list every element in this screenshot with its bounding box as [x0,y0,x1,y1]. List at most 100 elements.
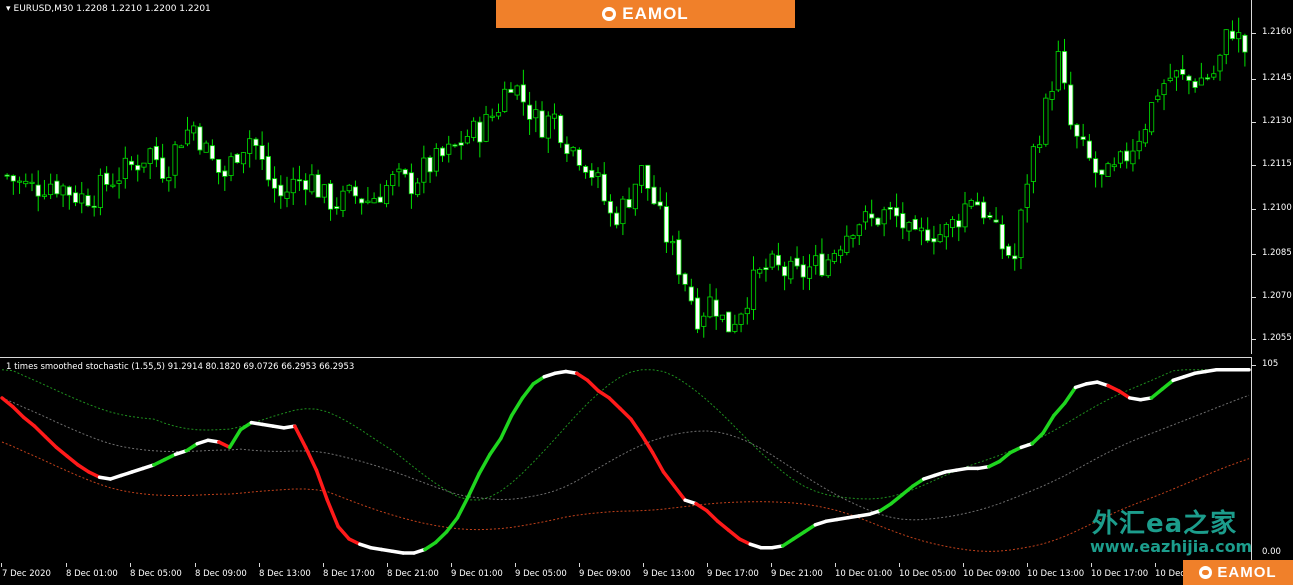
candle-body [259,145,265,160]
indicator-panel[interactable] [0,357,1252,563]
indicator-axis[interactable]: 105 0.00 [1252,357,1293,562]
candle-body [813,255,819,266]
candle-body [576,149,582,166]
stochastic-main-segment [455,494,471,520]
candle-body [806,266,813,279]
indicator-axis-top: 105 [1262,359,1279,369]
candle-body [191,125,197,134]
candle-body [247,138,253,154]
time-tick [1027,563,1028,567]
candle-body [72,192,79,203]
candle-body [1055,51,1061,91]
time-tick [707,563,708,567]
candle-body [1018,209,1024,258]
time-tick [643,563,644,567]
candle-body [209,145,215,160]
price-tick [1252,297,1256,298]
candle-body [589,169,595,178]
candle-body [887,207,893,210]
candle-body [931,238,937,243]
candle-body [110,184,116,187]
candle-body [551,113,558,119]
time-label: 10 Dec 01:00 [835,569,893,579]
candle-body [570,147,576,152]
candle-body [421,157,427,183]
candle-body [147,148,153,164]
candle-body [60,185,66,196]
time-axis[interactable]: 7 Dec 2020 8 Dec 01:00 8 Dec 05:00 8 Dec… [0,563,1293,585]
time-label: 8 Dec 01:00 [66,569,118,579]
candle-body [626,199,632,208]
candle-body [153,145,159,161]
stochastic-main-segment [997,450,1013,464]
stochastic-main-segment [878,501,893,513]
candle-body [41,194,48,197]
indicator-axis-bottom: 0.00 [1262,547,1281,557]
candle-body [862,211,869,223]
candle-body [128,160,135,166]
candle-body [533,109,539,119]
candle-body [271,178,278,189]
candle-body [564,143,570,155]
candle-body [327,183,334,210]
price-tick [1252,33,1256,34]
candle-body [949,219,956,228]
candle-body [800,264,806,278]
candle-body [135,164,141,171]
candle-body [912,218,918,230]
candle-body [1037,144,1043,149]
collapse-triangle-icon[interactable]: ▾ [6,4,11,14]
candle-body [657,201,663,207]
candle-body [54,180,60,195]
stochastic-main-segment [11,405,26,420]
candle-body [240,152,247,165]
candle-body [508,88,514,93]
candle-body [340,190,346,211]
stochastic-main-segment [217,440,232,450]
candle-body [178,145,184,149]
stochastic-main-segment [509,396,525,418]
candle-body [352,186,359,197]
time-tick [515,563,516,567]
time-label: 8 Dec 21:00 [387,569,439,579]
candle-body [203,142,209,153]
candle-body [122,157,128,179]
candle-body [1093,158,1099,174]
time-label: 8 Dec 09:00 [195,569,247,579]
stochastic-main-segment [726,528,742,541]
time-label: 8 Dec 13:00 [259,569,311,579]
price-label: 1.2160 [1262,27,1292,37]
candle-body [1242,34,1248,53]
time-tick [771,563,772,567]
candle-body [234,153,240,163]
stochastic-main-segment [86,470,102,479]
price-chart-panel[interactable] [0,0,1252,354]
candle-body [1068,84,1074,126]
candle-body [632,183,638,210]
candle-body [502,88,508,112]
candle-body [284,191,290,199]
candlestick-series [4,17,1248,338]
price-tick [1252,79,1256,80]
stochastic-main-segment [1030,431,1045,446]
candle-body [1173,70,1180,78]
candle-body [334,206,340,209]
candle-body [918,227,925,232]
candle-body [881,209,887,225]
candle-body [981,201,987,219]
candle-body [184,129,191,145]
price-label: 1.2130 [1262,116,1292,126]
candle-body [676,239,682,276]
candle-body [303,180,309,191]
stochastic-main-segment [466,471,481,499]
candle-body [4,174,10,177]
candle-body [216,159,222,173]
time-tick [1,563,2,567]
price-axis[interactable]: 1.2160 1.2145 1.2130 1.2115 1.2100 1.208… [1252,0,1293,354]
candle-body [545,115,551,139]
stochastic-main-segment [1041,413,1056,435]
candle-body [1061,51,1068,84]
candle-body [1155,95,1161,100]
candle-body [726,311,732,333]
candle-body [16,180,23,183]
